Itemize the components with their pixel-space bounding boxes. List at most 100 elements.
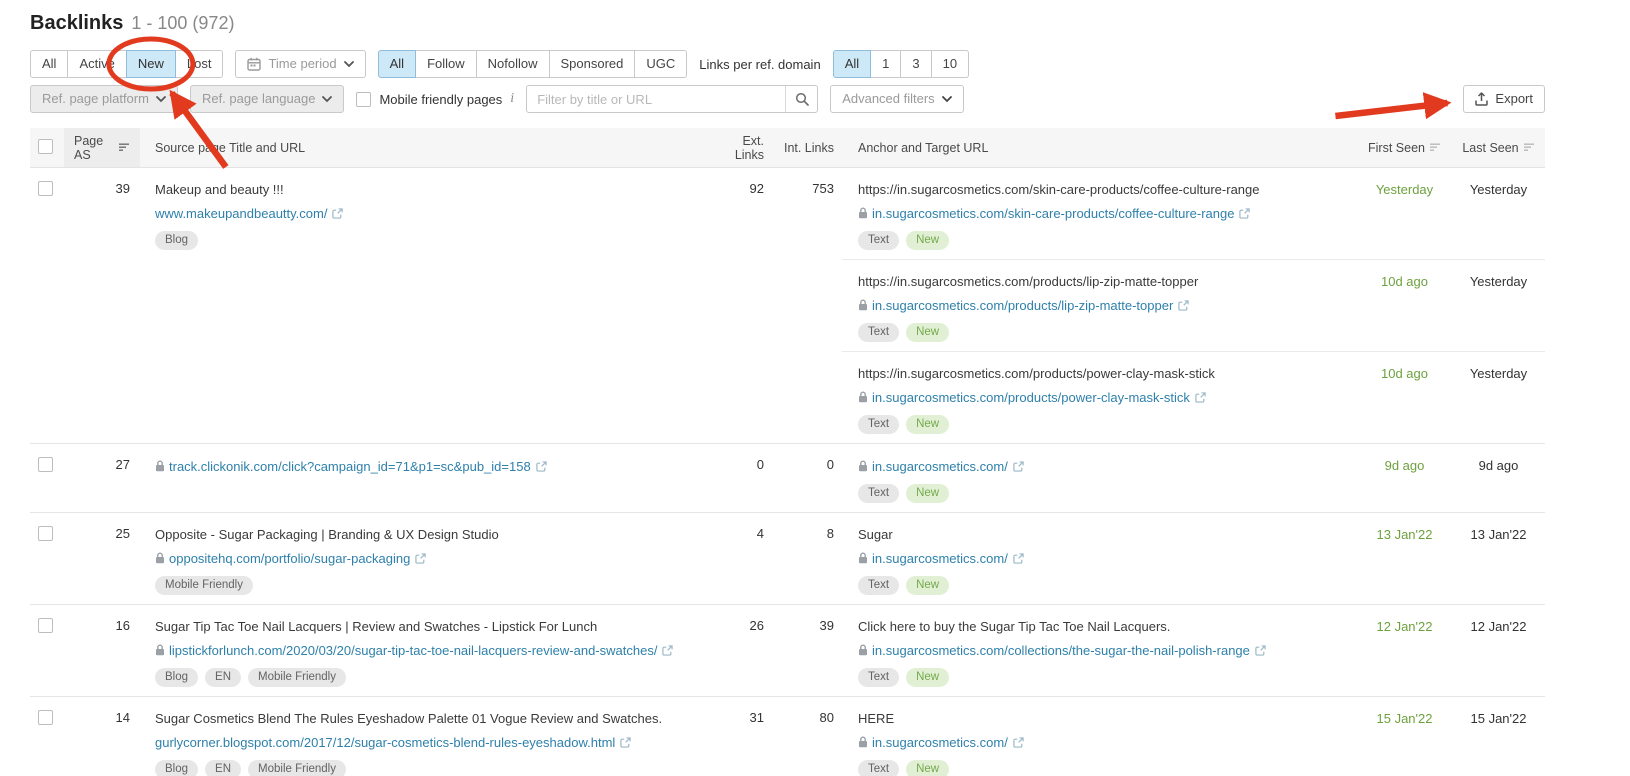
row-checkbox[interactable]: [38, 457, 53, 472]
badge-en: EN: [205, 668, 242, 687]
last-seen-value: Yesterday: [1469, 366, 1528, 381]
target-url[interactable]: in.sugarcosmetics.com/collections/the-su…: [858, 641, 1357, 660]
external-link-icon[interactable]: [1013, 461, 1024, 472]
status-filter: All Active New Lost: [30, 50, 224, 78]
table-header: Page AS Source page Title and URL Ext. L…: [30, 128, 1545, 168]
follow-filter-all[interactable]: All: [377, 50, 417, 78]
lock-icon: [859, 736, 867, 748]
external-link-icon[interactable]: [1255, 645, 1266, 656]
badge-new: New: [906, 415, 950, 434]
target-url[interactable]: in.sugarcosmetics.com/products/lip-zip-m…: [858, 296, 1357, 315]
external-link-icon[interactable]: [1178, 300, 1189, 311]
ref-page-language-dropdown[interactable]: Ref. page language: [189, 85, 345, 113]
target-url[interactable]: in.sugarcosmetics.com/skin-care-products…: [858, 204, 1357, 223]
backlinks-group: in.sugarcosmetics.com/ Text New 9d ago 9d…: [842, 444, 1545, 512]
lock-icon: [156, 644, 164, 656]
source-title: Opposite - Sugar Packaging | Branding & …: [155, 527, 499, 542]
mobile-friendly-checkbox[interactable]: [356, 91, 372, 107]
lock-icon: [859, 391, 867, 403]
column-header-last-seen[interactable]: Last Seen: [1452, 141, 1545, 155]
external-link-icon[interactable]: [415, 553, 427, 564]
first-seen-value: 12 Jan'22: [1376, 619, 1433, 634]
badge-mobile-friendly: Mobile Friendly: [155, 576, 253, 595]
ref-page-platform-dropdown[interactable]: Ref. page platform: [30, 85, 178, 113]
column-header-page-as[interactable]: Page AS: [64, 128, 140, 167]
external-link-icon[interactable]: [332, 208, 344, 219]
badge-new: New: [906, 231, 950, 250]
follow-filter-sponsored[interactable]: Sponsored: [548, 50, 636, 78]
export-icon: [1475, 92, 1489, 106]
links-per-domain-filter-1[interactable]: 1: [870, 50, 902, 78]
badge-mobile-friendly: Mobile Friendly: [248, 668, 346, 687]
links-per-domain-filter-10[interactable]: 10: [930, 50, 970, 78]
source-url[interactable]: oppositehq.com/portfolio/sugar-packaging: [155, 549, 710, 568]
status-filter-lost[interactable]: Lost: [174, 50, 224, 78]
external-link-icon[interactable]: [536, 461, 547, 472]
row-checkbox[interactable]: [38, 618, 53, 633]
row-checkbox[interactable]: [38, 181, 53, 196]
chevron-down-icon: [156, 95, 166, 102]
column-header-ext-links[interactable]: Ext. Links: [710, 134, 772, 162]
external-link-icon[interactable]: [1239, 208, 1251, 219]
anchor-cell: https://in.sugarcosmetics.com/skin-care-…: [842, 181, 1357, 250]
column-header-first-seen[interactable]: First Seen: [1357, 141, 1452, 155]
target-url[interactable]: in.sugarcosmetics.com/: [858, 457, 1357, 476]
column-header-source[interactable]: Source page Title and URL: [140, 141, 710, 155]
source-url[interactable]: track.clickonik.com/click?campaign_id=71…: [155, 457, 710, 476]
filter-toolbar-bottom: Ref. page platform Ref. page language Mo…: [30, 85, 1545, 113]
target-url[interactable]: in.sugarcosmetics.com/: [858, 549, 1357, 568]
first-seen-value: 10d ago: [1381, 274, 1428, 289]
anchor-text: https://in.sugarcosmetics.com/products/p…: [858, 366, 1215, 381]
target-url[interactable]: in.sugarcosmetics.com/: [858, 733, 1357, 752]
last-seen-value: 12 Jan'22: [1470, 619, 1527, 634]
source-url[interactable]: gurlycorner.blogspot.com/2017/12/sugar-c…: [155, 733, 710, 752]
follow-filter-nofollow[interactable]: Nofollow: [475, 50, 550, 78]
lock-icon: [859, 644, 867, 656]
external-link-icon[interactable]: [1013, 553, 1024, 564]
lock-icon: [156, 460, 164, 472]
lock-icon: [859, 207, 867, 219]
external-link-icon[interactable]: [1195, 392, 1206, 403]
status-filter-all[interactable]: All: [30, 50, 69, 78]
anchor-text: Click here to buy the Sugar Tip Tac Toe …: [858, 619, 1171, 634]
export-button[interactable]: Export: [1463, 85, 1545, 113]
page-as-value: 14: [115, 710, 130, 725]
search-input[interactable]: [527, 86, 786, 112]
column-header-int-links[interactable]: Int. Links: [772, 141, 842, 155]
source-cell: track.clickonik.com/click?campaign_id=71…: [140, 444, 710, 512]
page-title: Backlinks: [30, 12, 124, 34]
links-per-domain-filter-all[interactable]: All: [832, 50, 872, 78]
backlink-badges: Text New: [858, 323, 1357, 342]
follow-filter-ugc[interactable]: UGC: [634, 50, 688, 78]
follow-filter-follow[interactable]: Follow: [415, 50, 477, 78]
backlink-entry: https://in.sugarcosmetics.com/skin-care-…: [842, 168, 1545, 259]
calendar-icon: [247, 57, 262, 71]
search-button[interactable]: [785, 86, 818, 112]
target-url[interactable]: in.sugarcosmetics.com/products/power-cla…: [858, 388, 1357, 407]
source-badges: Blog EN Mobile Friendly: [155, 760, 710, 776]
time-period-dropdown[interactable]: Time period: [235, 50, 366, 78]
links-per-domain-label: Links per ref. domain: [699, 56, 821, 72]
select-all-checkbox[interactable]: [38, 138, 53, 154]
links-per-domain-filter-3[interactable]: 3: [900, 50, 932, 78]
last-seen-value: 13 Jan'22: [1470, 527, 1527, 542]
status-filter-active[interactable]: Active: [67, 50, 127, 78]
column-header-anchor[interactable]: Anchor and Target URL: [842, 141, 1357, 155]
row-checkbox[interactable]: [38, 526, 53, 541]
info-icon[interactable]: i: [510, 91, 514, 107]
status-filter-new[interactable]: New: [125, 50, 176, 78]
external-link-icon[interactable]: [620, 737, 631, 748]
source-url[interactable]: lipstickforlunch.com/2020/03/20/sugar-ti…: [155, 641, 710, 660]
ref-page-platform-label: Ref. page platform: [42, 91, 149, 106]
backlink-badges: Text New: [858, 760, 1357, 776]
row-checkbox[interactable]: [38, 710, 53, 725]
advanced-filters-dropdown[interactable]: Advanced filters: [830, 85, 964, 113]
external-link-icon[interactable]: [662, 645, 674, 656]
page-as-value: 16: [115, 618, 130, 633]
external-link-icon[interactable]: [1013, 737, 1024, 748]
source-url[interactable]: www.makeupandbeautty.com/: [155, 204, 710, 223]
backlink-badges: Text New: [858, 576, 1357, 595]
sort-icon: [1429, 143, 1440, 151]
mobile-friendly-filter[interactable]: Mobile friendly pages i: [356, 91, 514, 107]
anchor-cell: https://in.sugarcosmetics.com/products/l…: [842, 273, 1357, 342]
